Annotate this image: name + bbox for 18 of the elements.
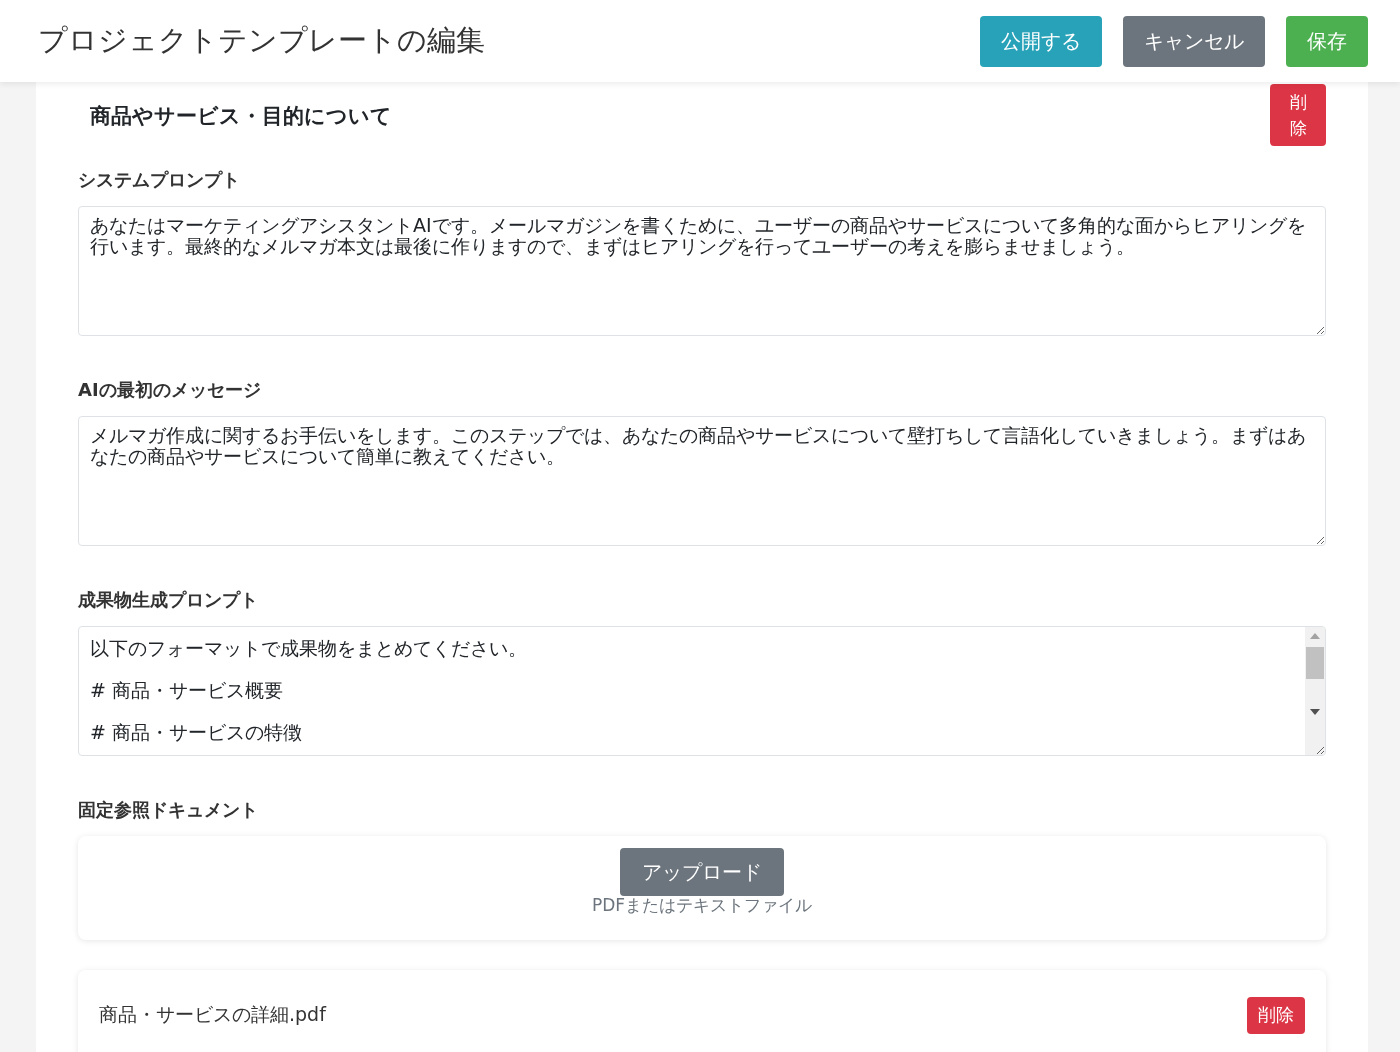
save-button[interactable]: 保存 [1286,15,1368,67]
text-area[interactable]: メルマガ作成に関するお手伝いをします。このステップでは、あなたの商品やサービスについて壁打ちして言語化していきましょう。まずはあなたの商品やサービスについて簡単に教えてください。 [78,416,1326,546]
field-label: AIの最初のメッセージ [78,378,262,402]
delete-button[interactable]: 削除 [1270,84,1326,146]
field-label: 成果物生成プロンプト [78,588,259,612]
text-area[interactable]: あなたはマーケティングアシスタントAIです。メールマガジンを書くために、ユーザーの商品やサービスについて多角的な面からヒアリングを行います。最終的なメルマガ本文は最後に作りますので、まずはヒアリングを行ってユーザーの考えを膨らませましょう。 [78,206,1326,336]
field-label: 固定参照ドキュメント [78,798,259,822]
upload-button[interactable]: アップロード [620,848,784,896]
scrollbar[interactable] [1305,627,1325,755]
publish-button[interactable]: 公開する [980,15,1102,67]
delete-button[interactable]: 削除 [1247,996,1305,1034]
page-title: プロジェクトテンプレートの編集 [38,22,485,59]
section-title: 商品やサービス・目的について [90,103,392,130]
cancel-button[interactable]: キャンセル [1123,15,1265,67]
field-label: システムプロンプト [78,168,241,192]
file-name: 商品・サービスの詳細.pdf [99,1002,326,1027]
text-area[interactable]: 以下のフォーマットで成果物をまとめてください。 # 商品・サービス概要 # 商品・サービスの特徴 [78,626,1326,756]
upload-hint: PDFまたはテキストファイル [591,894,813,917]
